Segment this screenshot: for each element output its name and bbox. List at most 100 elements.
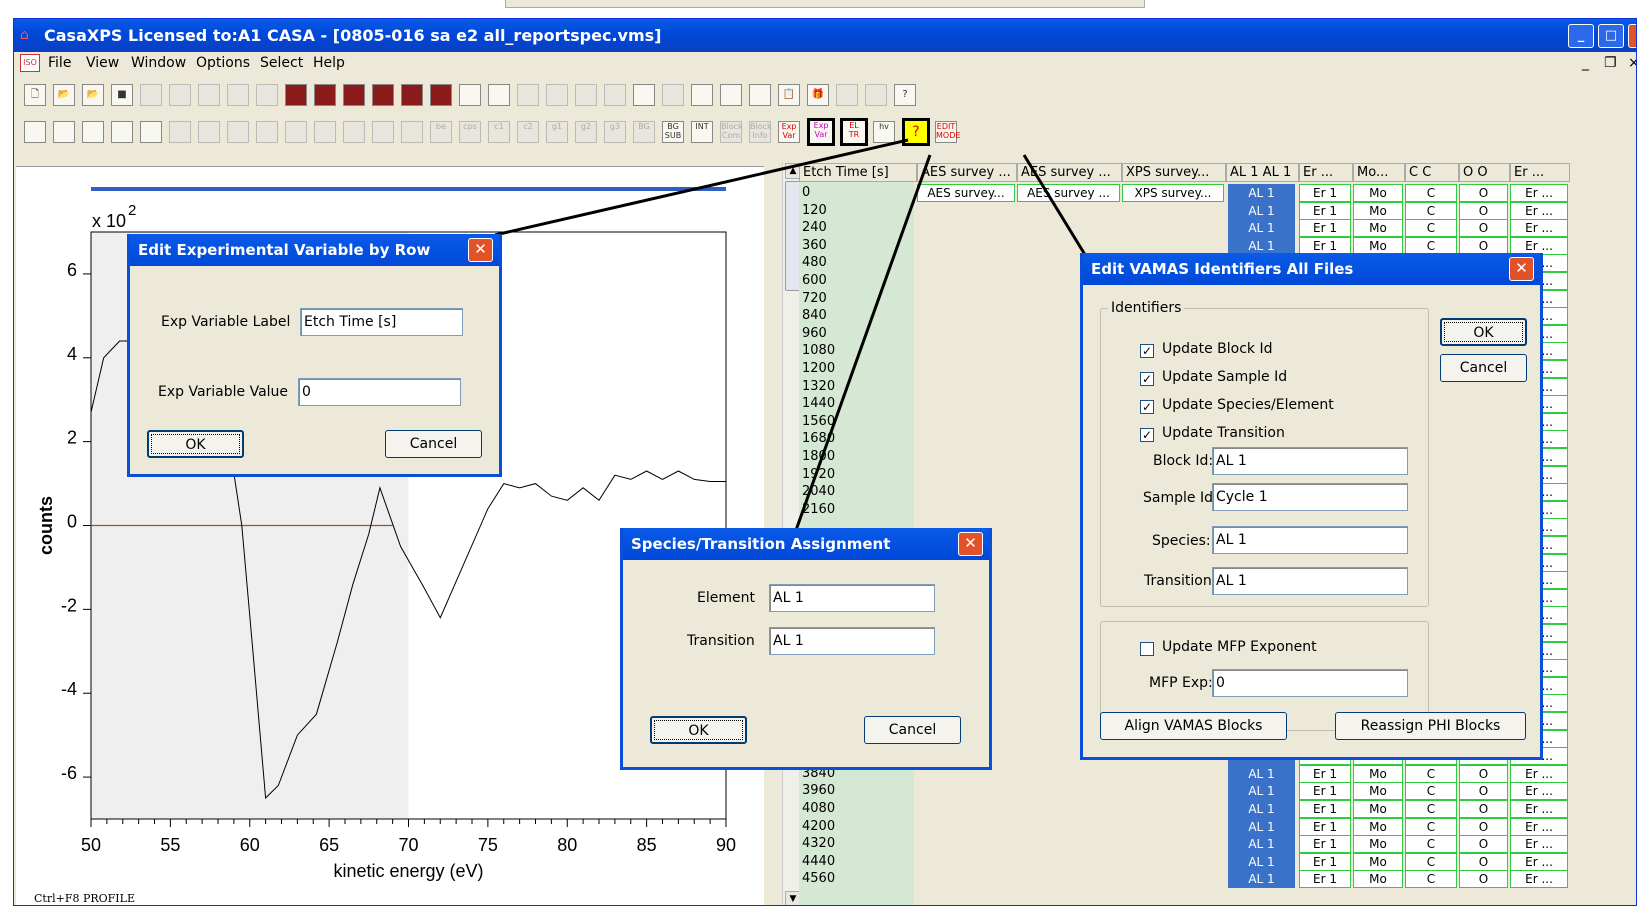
toolbar-block-com-icon[interactable]: Block Com	[720, 121, 743, 143]
toolbar-g3-icon[interactable]: g3	[604, 121, 626, 143]
maximize-button[interactable]: □	[1598, 24, 1624, 48]
grid-header-2[interactable]: AES survey ...	[1017, 163, 1122, 182]
toolbar-win2-icon[interactable]	[53, 121, 75, 143]
document-icon[interactable]: ISO	[20, 54, 40, 72]
menu-options[interactable]: Options	[196, 52, 250, 74]
grid-cell[interactable]: AL 1	[1228, 835, 1295, 854]
toolbar-t2-icon[interactable]	[720, 84, 742, 106]
align-vamas-button[interactable]: Align VAMAS Blocks	[1100, 712, 1287, 740]
grid-cell[interactable]: C	[1405, 219, 1457, 238]
menu-view[interactable]: View	[86, 52, 119, 74]
grid-cell[interactable]: C	[1405, 870, 1457, 889]
toolbar-p6-icon[interactable]	[401, 121, 423, 143]
toolbar-preview-icon[interactable]	[865, 84, 887, 106]
grid-cell[interactable]: Er 1	[1299, 800, 1351, 818]
grid-cell[interactable]: Mo	[1353, 184, 1403, 202]
toolbar-copy3-icon[interactable]	[198, 84, 220, 106]
cancel-button[interactable]: Cancel	[1440, 354, 1527, 382]
grid-header-5[interactable]: Er ...	[1299, 163, 1353, 182]
grid-cell[interactable]: Er ...	[1510, 852, 1568, 871]
transition-field[interactable]: AL 1	[769, 627, 935, 655]
toolbar-p4-icon[interactable]	[343, 121, 365, 143]
etch-time-cell[interactable]: 1200	[802, 360, 835, 378]
mdi-restore-button[interactable]: ❐	[1604, 52, 1617, 74]
grid-cell[interactable]: C	[1405, 852, 1457, 871]
toolbar-cps-icon[interactable]: cps	[459, 121, 481, 143]
grid-cell[interactable]: O	[1459, 184, 1508, 202]
etch-time-cell[interactable]: 240	[802, 219, 827, 237]
grid-cell[interactable]: Er ...	[1510, 817, 1568, 836]
toolbar-copy4-icon[interactable]	[227, 84, 249, 106]
toolbar-c1-icon[interactable]: c1	[488, 121, 510, 143]
etch-time-cell[interactable]: 2160	[802, 501, 835, 519]
block-id-field[interactable]: AL 1	[1212, 447, 1408, 475]
grid-cell[interactable]: C	[1405, 782, 1457, 801]
toolbar-print-icon[interactable]	[836, 84, 858, 106]
etch-time-cell[interactable]: 1560	[802, 413, 835, 431]
etch-time-cell[interactable]: 1920	[802, 466, 835, 484]
toolbar-m2-icon[interactable]	[198, 121, 220, 143]
etch-time-cell[interactable]: 3960	[802, 782, 835, 800]
grid-header-8[interactable]: O O	[1459, 163, 1510, 182]
grid-cell[interactable]: C	[1405, 817, 1457, 836]
toolbar-c2-icon[interactable]: c2	[517, 121, 539, 143]
update-species-checkbox[interactable]: ✓	[1140, 400, 1154, 414]
grid-header-3[interactable]: XPS survey...	[1122, 163, 1226, 182]
grid-cell[interactable]: O	[1459, 219, 1508, 238]
toolbar-new-icon[interactable]: 🗋	[24, 84, 46, 106]
toolbar-gift-icon[interactable]: 🎁	[807, 84, 829, 106]
grid-cell[interactable]: Mo	[1353, 852, 1403, 871]
grid-cell[interactable]: AL 1	[1228, 184, 1295, 202]
toolbar-be-icon[interactable]: be	[430, 121, 452, 143]
grid-cell[interactable]: AES survey ...	[1017, 184, 1120, 202]
toolbar-p3-icon[interactable]	[314, 121, 336, 143]
mdi-minimize-button[interactable]: _	[1582, 52, 1589, 74]
toolbar-f4-icon[interactable]	[372, 84, 394, 106]
toolbar---icon[interactable]: ?	[902, 118, 930, 146]
grid-cell[interactable]: Er ...	[1510, 782, 1568, 801]
toolbar-win3-icon[interactable]	[82, 121, 104, 143]
grid-cell[interactable]: Er 1	[1299, 870, 1351, 889]
toolbar-f2-icon[interactable]	[314, 84, 336, 106]
grid-header-9[interactable]: Er ...	[1510, 163, 1570, 182]
grid-cell[interactable]: Er 1	[1299, 219, 1351, 238]
update-mfp-checkbox[interactable]	[1140, 642, 1154, 656]
toolbar-f6-icon[interactable]	[430, 84, 452, 106]
toolbar-win1-icon[interactable]	[24, 121, 46, 143]
etch-time-cell[interactable]: 0	[802, 184, 810, 202]
toolbar-bg-sub-icon[interactable]: BG SUB	[662, 121, 684, 143]
grid-cell[interactable]: O	[1459, 782, 1508, 801]
grid-cell[interactable]: Er 1	[1299, 764, 1351, 783]
grid-cell[interactable]: AL 1	[1228, 870, 1295, 889]
toolbar-g2-icon[interactable]: g2	[575, 121, 597, 143]
update-block-checkbox[interactable]: ✓	[1140, 344, 1154, 358]
toolbar-copy2-icon[interactable]	[169, 84, 191, 106]
update-sample-checkbox[interactable]: ✓	[1140, 372, 1154, 386]
grid-cell[interactable]: AL 1	[1228, 817, 1295, 836]
close-icon[interactable]: ✕	[468, 238, 493, 262]
toolbar-win5-icon[interactable]	[140, 121, 162, 143]
grid-cell[interactable]: Mo	[1353, 870, 1403, 889]
grid-cell[interactable]: Er 1	[1299, 835, 1351, 854]
grid-cell[interactable]: C	[1405, 835, 1457, 854]
grid-cell[interactable]: Mo	[1353, 219, 1403, 238]
toolbar-copy-icon[interactable]	[140, 84, 162, 106]
ok-button[interactable]: OK	[147, 430, 244, 458]
etch-time-cell[interactable]: 4560	[802, 870, 835, 888]
close-button[interactable]: ×	[1628, 24, 1636, 48]
etch-time-cell[interactable]: 120	[802, 202, 827, 220]
toolbar-el-tr-icon[interactable]: EL TR	[840, 118, 868, 146]
grid-cell[interactable]: Er ...	[1510, 800, 1568, 818]
toolbar-p2-icon[interactable]	[285, 121, 307, 143]
etch-time-cell[interactable]: 4320	[802, 835, 835, 853]
toolbar-block-info-icon[interactable]: Block Info	[749, 121, 772, 143]
grid-cell[interactable]: Er 1	[1299, 184, 1351, 202]
grid-cell[interactable]: Mo	[1353, 800, 1403, 818]
grid-cell[interactable]: Er ...	[1510, 184, 1568, 202]
toolbar-open-icon[interactable]: 📂	[53, 84, 75, 106]
toolbar-exp-var-icon[interactable]: Exp Var	[807, 118, 835, 146]
close-icon[interactable]: ✕	[1509, 257, 1534, 281]
grid-cell[interactable]: C	[1405, 764, 1457, 783]
grid-header-1[interactable]: AES survey ...	[917, 163, 1017, 182]
grid-cell[interactable]: O	[1459, 852, 1508, 871]
